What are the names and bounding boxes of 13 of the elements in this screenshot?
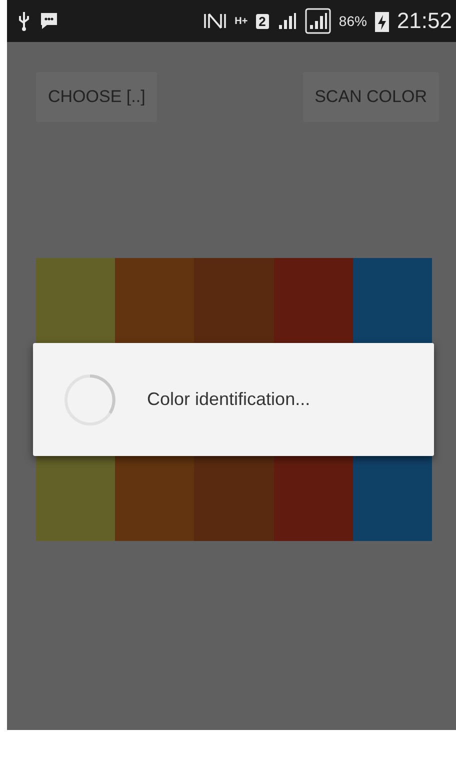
clock-time: 21:52: [396, 8, 452, 34]
usb-icon: [17, 11, 31, 31]
scan-color-button[interactable]: SCAN COLOR: [302, 72, 439, 122]
network-type: H+: [234, 16, 248, 26]
signal-icon: [276, 11, 297, 31]
battery-charging-icon: [374, 10, 389, 32]
signal-icon: [304, 8, 331, 34]
sim-slot-badge: 2: [256, 14, 269, 28]
battery-percent: 86%: [338, 13, 367, 29]
progress-message: Color identification...: [147, 389, 310, 410]
loading-spinner-icon: [63, 372, 117, 426]
chat-icon: [39, 11, 59, 31]
choose-button[interactable]: CHOOSE [..]: [36, 72, 158, 122]
